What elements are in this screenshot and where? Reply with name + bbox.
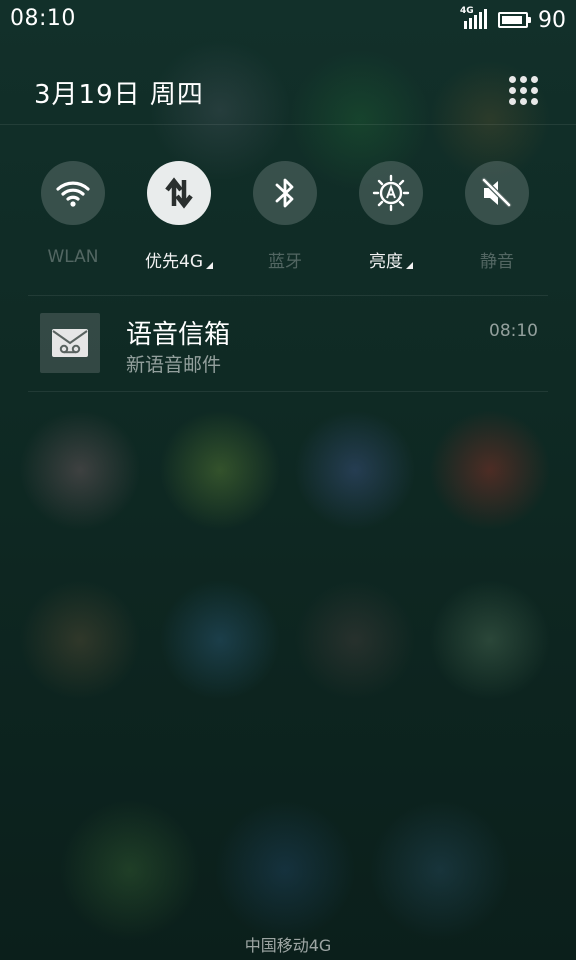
notification-subtitle: 新语音邮件: [126, 354, 222, 376]
notification-time: 08:10: [489, 321, 538, 341]
battery-level: 90: [538, 7, 566, 33]
toggle-label-wlan: WLAN: [47, 247, 99, 267]
more-options-icon: [206, 262, 213, 269]
header-divider: [0, 124, 576, 125]
network-type-label: 4G: [460, 6, 474, 16]
toggle-mute[interactable]: [465, 161, 529, 225]
toggle-label-brightness: 亮度: [341, 247, 441, 272]
mute-icon: [465, 161, 529, 225]
toggle-label-mobile-data: 优先4G: [129, 247, 229, 272]
toggle-wlan[interactable]: [41, 161, 105, 225]
notification-title: 语音信箱: [126, 320, 231, 350]
toggle-bluetooth[interactable]: [253, 161, 317, 225]
brightness-auto-icon: [359, 161, 423, 225]
mobile-data-icon: [147, 161, 211, 225]
carrier-label: 中国移动4G: [244, 936, 332, 955]
voicemail-icon: [40, 313, 100, 373]
notification-divider: [28, 391, 548, 392]
cell-signal-icon: 4G: [460, 6, 488, 31]
wifi-icon: [41, 161, 105, 225]
toggle-label-mute: 静音: [480, 252, 514, 272]
status-icons: 4G 90: [460, 6, 566, 33]
toggles-divider: [28, 295, 548, 296]
status-time: 08:10: [10, 6, 76, 31]
battery-icon: [498, 12, 531, 28]
more-options-icon: [406, 262, 413, 269]
toggle-brightness[interactable]: [359, 161, 423, 225]
toggle-mobile-data[interactable]: [147, 161, 211, 225]
toggle-label-bluetooth: 蓝牙: [268, 252, 302, 272]
bluetooth-icon: [253, 161, 317, 225]
grid-icon[interactable]: [508, 75, 540, 107]
date-label: 3月19日 周四: [34, 80, 204, 110]
